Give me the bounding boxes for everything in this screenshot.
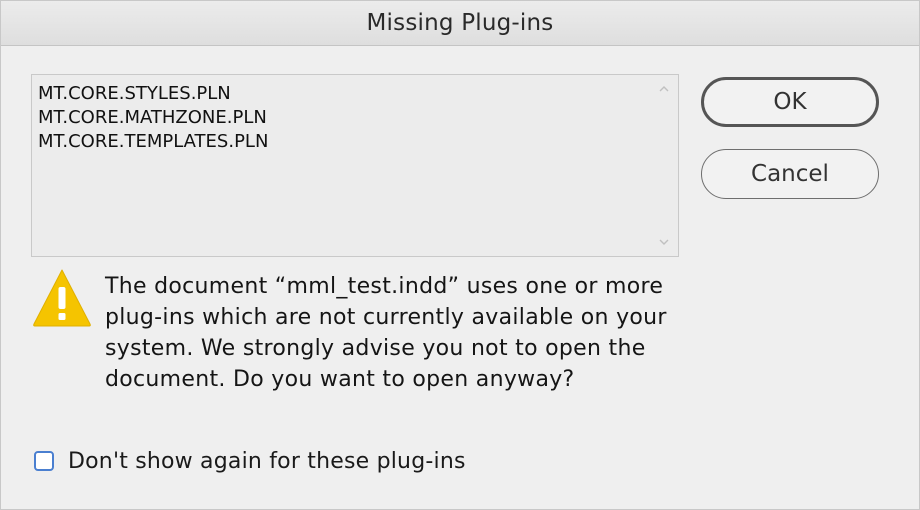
warning-message: The document “mml_test.indd” uses one or… (105, 274, 667, 392)
scroll-up-chevron-icon[interactable] (658, 83, 670, 95)
plugin-list-item[interactable]: MT.CORE.STYLES.PLN (38, 82, 231, 106)
dont-show-again-checkbox[interactable] (34, 451, 54, 471)
missing-plugins-dialog: Missing Plug-ins MT.CORE.STYLES.PLN MT.C… (0, 0, 920, 510)
ok-button[interactable]: OK (701, 77, 879, 127)
title-bar[interactable]: Missing Plug-ins (1, 1, 919, 46)
warning-icon (33, 269, 91, 327)
dialog-title: Missing Plug-ins (366, 10, 554, 36)
scroll-down-chevron-icon[interactable] (658, 236, 670, 248)
dont-show-again-row[interactable]: Don't show again for these plug-ins (34, 446, 466, 476)
plugin-list-item[interactable]: MT.CORE.TEMPLATES.PLN (38, 130, 268, 154)
dont-show-again-label[interactable]: Don't show again for these plug-ins (68, 449, 466, 474)
cancel-button[interactable]: Cancel (701, 149, 879, 199)
plugin-list[interactable]: MT.CORE.STYLES.PLN MT.CORE.MATHZONE.PLN … (31, 74, 679, 257)
plugin-list-item[interactable]: MT.CORE.MATHZONE.PLN (38, 106, 267, 130)
